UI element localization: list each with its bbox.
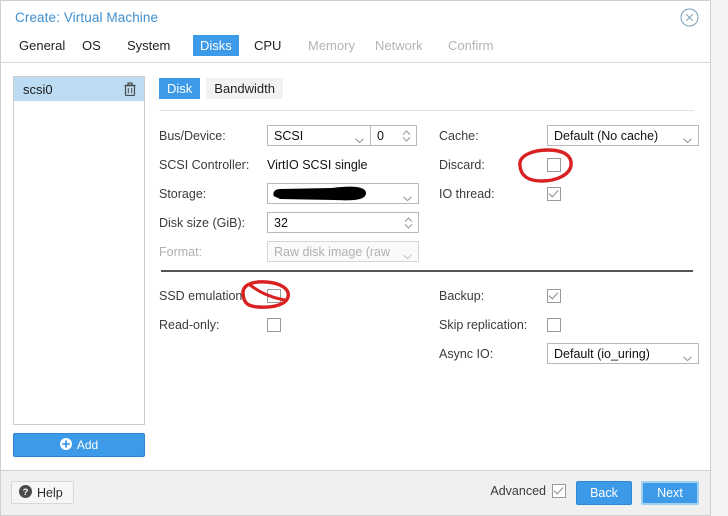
async-io-label: Async IO:	[439, 346, 494, 361]
disk-form: Disk Bandwidth Bus/Device: SCSI 0 SCSI C…	[159, 63, 700, 470]
help-button[interactable]: ? Help	[11, 481, 74, 504]
add-disk-label: Add	[76, 438, 99, 452]
cache-select[interactable]: Default (No cache)	[547, 125, 699, 146]
field-ssd-emulation: SSD emulation:	[159, 281, 429, 310]
ssd-emulation-label: SSD emulation:	[159, 288, 246, 303]
form-column-right-lower: Backup: Skip replication: Async IO: Defa…	[439, 281, 699, 368]
create-vm-dialog: Create: Virtual Machine General OS Syste…	[0, 0, 711, 516]
field-disk-size: Disk size (GiB): 32	[159, 208, 429, 237]
field-backup: Backup:	[439, 281, 699, 310]
skip-replication-checkbox[interactable]	[547, 317, 561, 332]
tab-memory: Memory	[308, 38, 355, 53]
disk-size-label: Disk size (GiB):	[159, 215, 246, 230]
tab-os[interactable]: OS	[75, 35, 108, 56]
question-circle-icon: ?	[19, 484, 32, 501]
tab-cpu[interactable]: CPU	[247, 35, 288, 56]
backup-checkbox[interactable]	[547, 288, 561, 303]
field-scsi-controller: SCSI Controller: VirtIO SCSI single	[159, 150, 429, 179]
ssd-emulation-checkbox[interactable]	[267, 288, 281, 303]
field-storage: Storage:	[159, 179, 429, 208]
cache-select-value: Default (No cache)	[554, 128, 659, 143]
device-number-value: 0	[377, 128, 384, 143]
discard-checkbox[interactable]	[547, 157, 561, 172]
storage-label: Storage:	[159, 186, 207, 201]
field-discard: Discard:	[439, 150, 699, 179]
device-number-stepper[interactable]: 0	[370, 125, 417, 146]
help-label: Help	[37, 485, 63, 500]
field-cache: Cache: Default (No cache)	[439, 121, 699, 150]
dialog-footer: ? Help Advanced Back Next	[1, 470, 710, 515]
async-io-select-value: Default (io_uring)	[554, 346, 650, 361]
read-only-label: Read-only:	[159, 317, 220, 332]
backup-label: Backup:	[439, 288, 485, 303]
subtab-disk[interactable]: Disk	[159, 78, 201, 99]
page-background-gutter	[711, 0, 728, 516]
cache-label: Cache:	[439, 128, 479, 143]
plus-circle-icon	[59, 437, 72, 453]
back-button[interactable]: Back	[576, 481, 632, 505]
field-read-only: Read-only:	[159, 310, 429, 339]
advanced-toggle[interactable]: Advanced	[490, 484, 566, 498]
wizard-tabs: General OS System Disks CPU Memory Netwo…	[1, 34, 710, 63]
bus-select[interactable]: SCSI	[267, 125, 371, 146]
field-io-thread: IO thread:	[439, 179, 699, 208]
form-column-right-upper: Cache: Default (No cache) Discard: IO th…	[439, 121, 699, 208]
format-select-value: Raw disk image (raw	[274, 244, 391, 259]
disk-subtabs: Disk Bandwidth	[159, 78, 283, 99]
svg-text:?: ?	[23, 486, 29, 497]
async-io-select[interactable]: Default (io_uring)	[547, 343, 699, 364]
dialog-body: scsi0 Add Disk Bandwidth Bus/Device: SCS…	[1, 63, 710, 470]
advanced-label: Advanced	[490, 484, 546, 498]
form-column-left-upper: Bus/Device: SCSI 0 SCSI Controller: Virt…	[159, 121, 429, 266]
form-divider-middle	[161, 270, 693, 272]
scsi-controller-value: VirtIO SCSI single	[267, 157, 368, 172]
disk-size-value: 32	[274, 215, 288, 230]
list-item[interactable]: scsi0	[14, 77, 144, 101]
tab-system[interactable]: System	[120, 35, 177, 56]
disk-list-item-label: scsi0	[23, 81, 53, 97]
field-async-io: Async IO: Default (io_uring)	[439, 339, 699, 368]
advanced-checkbox[interactable]	[552, 484, 566, 498]
form-column-left-lower: SSD emulation: Read-only:	[159, 281, 429, 339]
tab-disks[interactable]: Disks	[193, 35, 239, 56]
subtab-bandwidth[interactable]: Bandwidth	[206, 78, 283, 99]
dialog-title: Create: Virtual Machine	[15, 10, 159, 25]
discard-label: Discard:	[439, 157, 485, 172]
read-only-checkbox[interactable]	[267, 317, 281, 332]
next-button[interactable]: Next	[641, 481, 699, 505]
close-icon[interactable]	[680, 8, 699, 27]
spinner-icon[interactable]	[404, 216, 413, 232]
skip-replication-label: Skip replication:	[439, 317, 528, 332]
form-divider-top	[159, 110, 694, 111]
field-skip-replication: Skip replication:	[439, 310, 699, 339]
chevron-down-icon	[403, 249, 412, 263]
bus-device-label: Bus/Device:	[159, 128, 226, 143]
disk-size-stepper[interactable]: 32	[267, 212, 419, 233]
tab-general[interactable]: General	[12, 35, 72, 56]
tab-network: Network	[375, 38, 423, 53]
storage-select[interactable]	[267, 183, 419, 204]
disk-list-panel: scsi0	[13, 76, 145, 425]
format-select: Raw disk image (raw	[267, 241, 419, 262]
tab-confirm: Confirm	[448, 38, 494, 53]
chevron-down-icon	[683, 133, 692, 147]
chevron-down-icon	[403, 191, 412, 205]
chevron-down-icon	[683, 351, 692, 365]
bus-select-value: SCSI	[274, 128, 304, 143]
dialog-titlebar: Create: Virtual Machine	[1, 1, 710, 34]
io-thread-label: IO thread:	[439, 186, 495, 201]
spinner-icon[interactable]	[402, 129, 411, 145]
chevron-down-icon	[355, 133, 364, 147]
storage-redaction	[270, 185, 390, 203]
add-disk-button[interactable]: Add	[13, 433, 145, 457]
io-thread-checkbox[interactable]	[547, 186, 561, 201]
field-bus-device: Bus/Device: SCSI 0	[159, 121, 429, 150]
scsi-controller-label: SCSI Controller:	[159, 157, 250, 172]
format-label: Format:	[159, 244, 203, 259]
field-format: Format: Raw disk image (raw	[159, 237, 429, 266]
trash-icon[interactable]	[124, 82, 136, 97]
